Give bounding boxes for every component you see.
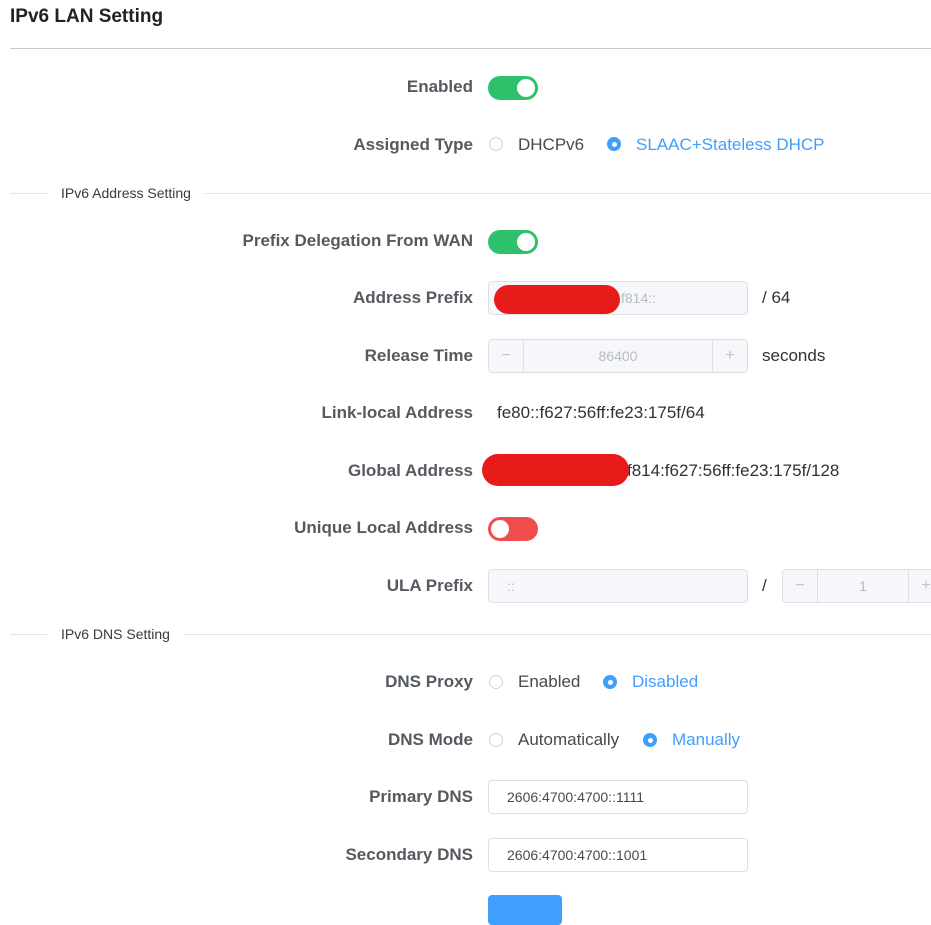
redaction-mark <box>482 454 629 486</box>
radio-dns-proxy-enabled-label[interactable]: Enabled <box>518 672 580 692</box>
release-time-label: Release Time <box>364 346 473 365</box>
radio-dns-automatically[interactable] <box>489 733 503 747</box>
release-time-increment-button[interactable]: + <box>712 340 747 372</box>
prefix-delegation-switch[interactable] <box>488 230 538 254</box>
radio-dns-manually[interactable] <box>643 733 657 747</box>
dns-proxy-label: DNS Proxy <box>385 672 473 691</box>
address-prefix-suffix: / 64 <box>762 288 791 307</box>
submit-button[interactable] <box>488 895 562 925</box>
switch-knob <box>517 79 535 97</box>
ula-prefix-length-stepper[interactable]: − 1 + <box>782 569 931 603</box>
radio-dhcpv6[interactable] <box>489 137 503 151</box>
prefix-delegation-label: Prefix Delegation From WAN <box>242 231 473 250</box>
title-divider <box>10 48 931 49</box>
page-title: IPv6 LAN Setting <box>10 6 164 27</box>
unique-local-label: Unique Local Address <box>294 518 473 537</box>
radio-dns-proxy-enabled[interactable] <box>489 675 503 689</box>
radio-slaac-label[interactable]: SLAAC+Stateless DHCP <box>636 135 825 155</box>
enabled-label: Enabled <box>406 77 473 96</box>
radio-dhcpv6-label[interactable]: DHCPv6 <box>518 135 584 155</box>
radio-dns-automatically-label[interactable]: Automatically <box>518 730 619 750</box>
dns-section-title: IPv6 DNS Setting <box>47 626 184 642</box>
address-section-title: IPv6 Address Setting <box>47 185 205 201</box>
release-time-unit: seconds <box>762 346 826 365</box>
secondary-dns-input[interactable] <box>488 838 748 872</box>
ula-length-decrement-button[interactable]: − <box>783 570 818 602</box>
redaction-mark <box>494 285 620 314</box>
enabled-switch[interactable] <box>488 76 538 100</box>
assigned-type-label: Assigned Type <box>353 135 473 154</box>
primary-dns-label: Primary DNS <box>369 787 473 806</box>
ula-prefix-label: ULA Prefix <box>386 576 473 595</box>
release-time-stepper[interactable]: − 86400 + <box>488 339 748 373</box>
switch-knob <box>491 520 509 538</box>
ula-length-value[interactable]: 1 <box>818 570 908 602</box>
radio-dns-proxy-disabled[interactable] <box>603 675 617 689</box>
address-prefix-label: Address Prefix <box>353 288 473 307</box>
ula-length-increment-button[interactable]: + <box>908 570 931 602</box>
dns-mode-label: DNS Mode <box>388 730 473 749</box>
secondary-dns-label: Secondary DNS <box>345 845 473 864</box>
release-time-value[interactable]: 86400 <box>524 340 712 372</box>
global-address-value: f814:f627:56ff:fe23:175f/128 <box>627 461 840 480</box>
radio-dns-manually-label[interactable]: Manually <box>672 730 740 750</box>
ula-prefix-input[interactable] <box>488 569 748 603</box>
primary-dns-input[interactable] <box>488 780 748 814</box>
radio-slaac[interactable] <box>607 137 621 151</box>
link-local-label: Link-local Address <box>321 403 473 422</box>
ula-prefix-separator: / <box>762 576 767 595</box>
link-local-value: fe80::f627:56ff:fe23:175f/64 <box>497 403 705 422</box>
switch-knob <box>517 233 535 251</box>
global-address-label: Global Address <box>347 461 473 480</box>
unique-local-switch[interactable] <box>488 517 538 541</box>
radio-dns-proxy-disabled-label[interactable]: Disabled <box>632 672 698 692</box>
release-time-decrement-button[interactable]: − <box>489 340 524 372</box>
